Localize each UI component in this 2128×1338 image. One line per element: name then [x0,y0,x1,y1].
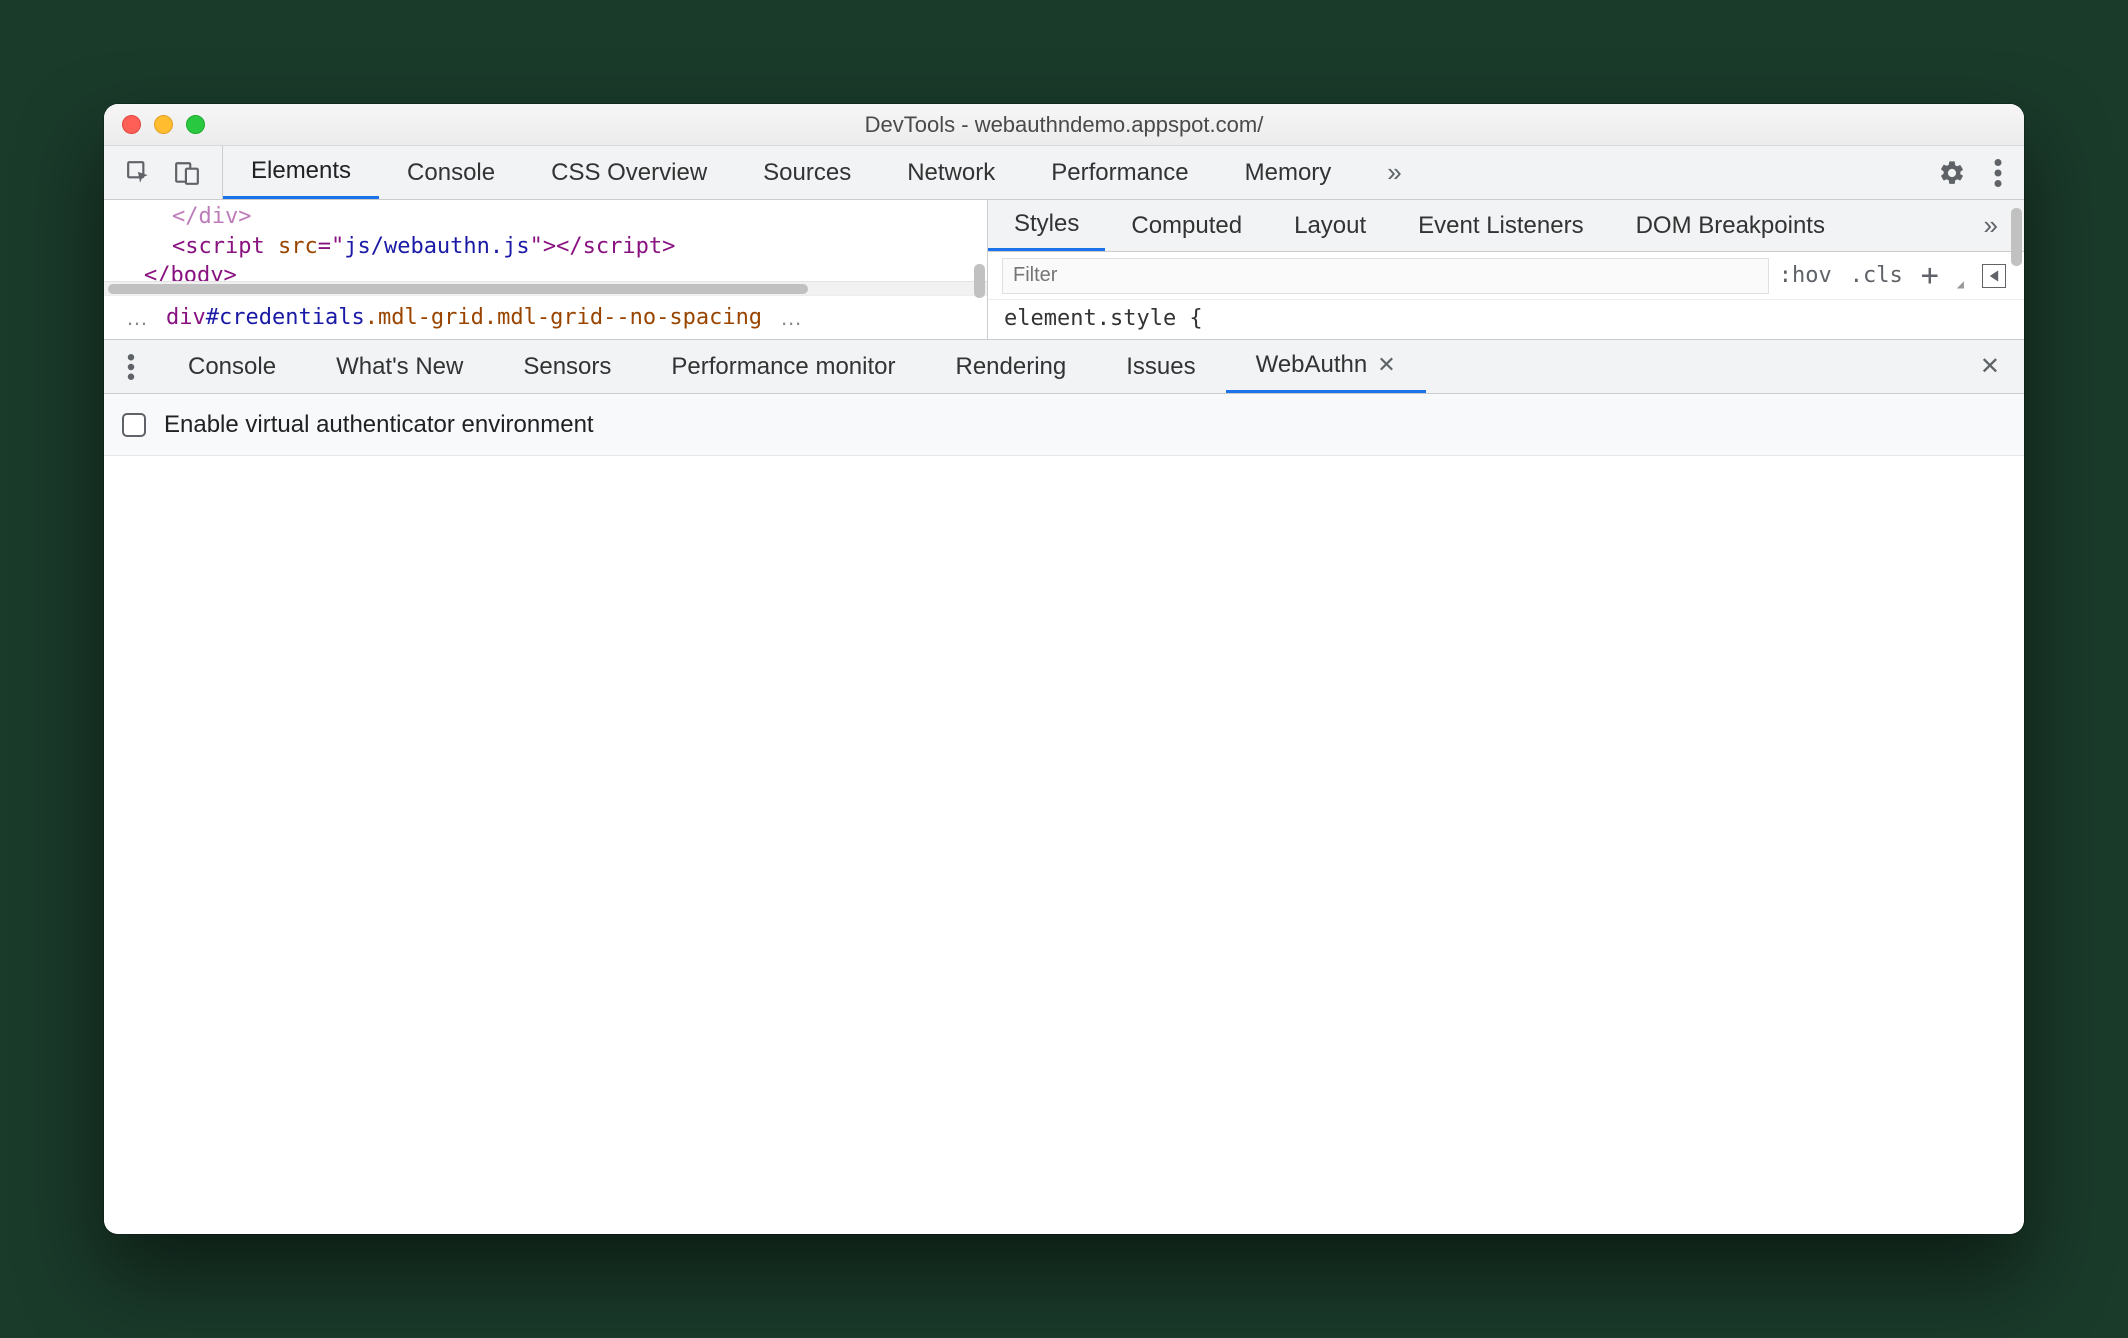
styles-filterbar: :hov .cls + ◢ [988,252,2024,300]
breadcrumb-selector[interactable]: div#credentials.mdl-grid.mdl-grid--no-sp… [166,305,762,330]
breadcrumb[interactable]: … div#credentials.mdl-grid.mdl-grid--no-… [104,295,987,339]
titlebar: DevTools - webauthndemo.appspot.com/ [104,104,2024,146]
webauthn-panel-body [104,456,2024,1234]
breadcrumb-prefix[interactable]: … [118,305,156,331]
drawer-tab-webauthn-label: WebAuthn [1256,351,1368,379]
styles-tabstrip: Styles Computed Layout Event Listeners D… [988,200,2024,252]
enable-virtual-authenticator-checkbox[interactable] [122,413,146,437]
styles-pane: Styles Computed Layout Event Listeners D… [988,200,2024,339]
horizontal-scrollbar[interactable] [104,281,987,295]
hov-toggle[interactable]: :hov [1779,263,1832,288]
tab-network[interactable]: Network [879,146,1023,199]
drawer-menu-icon[interactable] [104,340,158,393]
inspect-element-icon[interactable] [126,160,152,186]
toolbar-left [104,146,223,199]
tab-memory[interactable]: Memory [1217,146,1360,199]
drawer-tab-whats-new[interactable]: What's New [306,340,493,393]
drawer-tab-sensors[interactable]: Sensors [493,340,641,393]
close-tab-icon[interactable]: ✕ [1377,352,1395,378]
devtools-window: DevTools - webauthndemo.appspot.com/ Ele… [104,104,2024,1234]
enable-virtual-authenticator-label: Enable virtual authenticator environment [164,411,594,439]
subtab-dom-breakpoints[interactable]: DOM Breakpoints [1610,200,1851,251]
main-tabs: Elements Console CSS Overview Sources Ne… [223,146,1916,199]
subtab-event-listeners[interactable]: Event Listeners [1392,200,1609,251]
elements-pane: </div> <script src="js/webauthn.js"></sc… [104,200,988,339]
toolbar-right [1916,159,2024,187]
cls-toggle[interactable]: .cls [1850,263,1903,288]
styles-tools: :hov .cls + ◢ [1779,258,2024,293]
dom-tree[interactable]: </div> <script src="js/webauthn.js"></sc… [104,200,987,281]
tab-css-overview[interactable]: CSS Overview [523,146,735,199]
styles-body[interactable]: element.style { [988,300,2024,337]
tab-sources[interactable]: Sources [735,146,879,199]
window-title: DevTools - webauthndemo.appspot.com/ [104,112,2024,138]
styles-filter-input[interactable] [1002,258,1769,294]
drawer-tab-rendering[interactable]: Rendering [925,340,1096,393]
tab-console[interactable]: Console [379,146,523,199]
subtab-layout[interactable]: Layout [1268,200,1392,251]
close-drawer-icon[interactable]: ✕ [1956,340,2024,393]
drawer-tab-issues[interactable]: Issues [1096,340,1225,393]
drawer-tab-webauthn[interactable]: WebAuthn ✕ [1226,340,1426,393]
more-tabs-icon[interactable]: » [1359,146,1429,199]
new-style-rule-icon[interactable]: + [1921,258,1939,293]
horizontal-scroll-thumb[interactable] [108,284,808,294]
drawer-tabstrip: Console What's New Sensors Performance m… [104,340,2024,394]
kebab-menu-icon[interactable] [1994,159,2002,187]
device-toolbar-icon[interactable] [174,160,200,186]
tab-performance[interactable]: Performance [1023,146,1216,199]
drawer-tab-console[interactable]: Console [158,340,306,393]
vertical-scroll-thumb[interactable] [974,264,985,298]
split-pane: </div> <script src="js/webauthn.js"></sc… [104,200,2024,340]
tab-elements[interactable]: Elements [223,146,379,199]
main-tabstrip: Elements Console CSS Overview Sources Ne… [104,146,2024,200]
drawer-tab-performance-monitor[interactable]: Performance monitor [641,340,925,393]
webauthn-toolbar: Enable virtual authenticator environment [104,394,2024,456]
toggle-computed-sidebar-icon[interactable] [1982,264,2006,288]
subtab-styles[interactable]: Styles [988,200,1105,251]
resize-corner-icon[interactable]: ◢ [1957,277,1964,293]
gear-icon[interactable] [1938,159,1966,187]
breadcrumb-suffix[interactable]: … [772,305,810,331]
subtab-computed[interactable]: Computed [1105,200,1268,251]
styles-scroll-thumb[interactable] [2011,208,2022,266]
